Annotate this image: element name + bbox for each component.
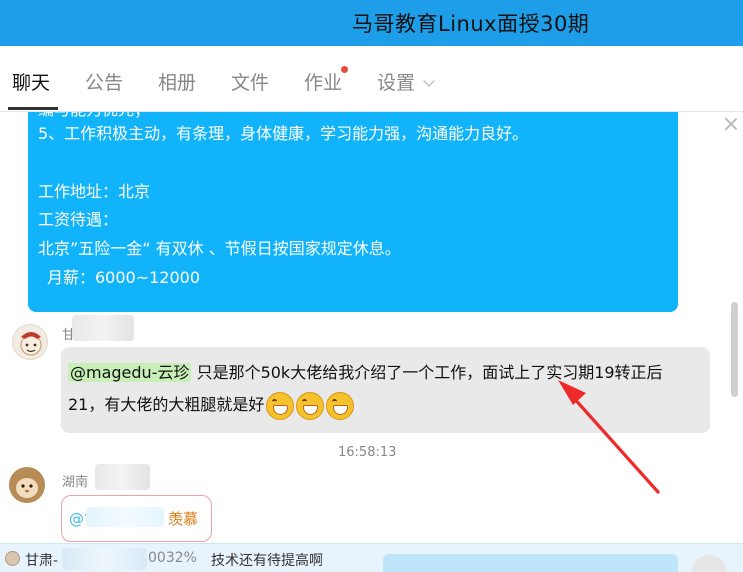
tab-bar: 聊天 公告 相册 文件 作业 设置 — [0, 46, 743, 112]
tab-settings-label: 设置 — [377, 72, 416, 94]
notification-dot — [341, 66, 348, 73]
preview-text: 技术还有待提高啊 — [211, 553, 323, 569]
active-tab-indicator — [8, 107, 58, 110]
arrow-shaft — [570, 394, 660, 494]
scrollbar-thumb[interactable] — [731, 302, 738, 397]
preview-sender: 甘肃- — [25, 553, 59, 569]
arrow-head — [558, 380, 586, 405]
tab-settings[interactable]: 设置 — [377, 68, 435, 95]
tab-album[interactable]: 相册 — [158, 68, 196, 95]
red-arrow-annotation — [558, 380, 660, 494]
window-title: 马哥教育Linux面授30期 — [352, 12, 590, 36]
preview-panel — [383, 554, 678, 572]
redacted-name — [62, 548, 147, 570]
avatar[interactable] — [691, 555, 727, 572]
tab-homework[interactable]: 作业 — [304, 68, 342, 95]
chevron-down-icon — [423, 75, 435, 87]
chat-area[interactable]: 编与能力优先； 5、工作积极主动，有条理，身体健康，学习能力强，沟通能力良好。 … — [0, 112, 743, 543]
window-titlebar: 马哥教育Linux面授30期 — [0, 0, 743, 46]
preview-id: 0032% — [148, 550, 197, 566]
user-avatar-icon — [5, 551, 20, 566]
tab-files[interactable]: 文件 — [231, 68, 269, 95]
tab-chat[interactable]: 聊天 — [12, 68, 50, 95]
tab-announcement[interactable]: 公告 — [85, 68, 123, 95]
bottom-preview-bar[interactable]: 甘肃- 0032% 技术还有待提高啊 — [0, 543, 743, 572]
